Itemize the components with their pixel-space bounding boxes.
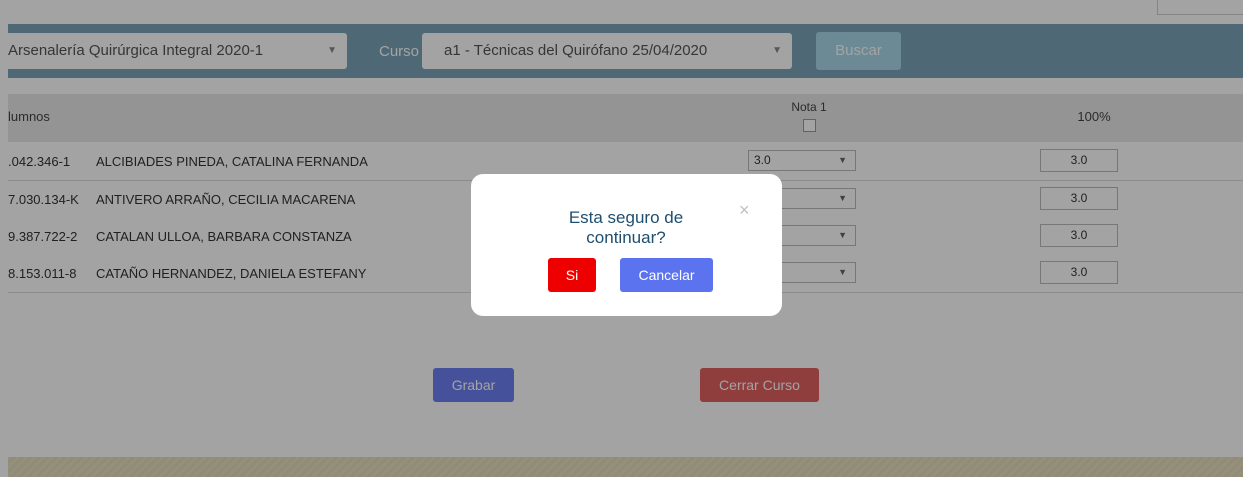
close-icon[interactable]: × bbox=[739, 200, 750, 221]
cancel-button[interactable]: Cancelar bbox=[620, 258, 713, 292]
confirm-dialog: Esta seguro de continuar? × Si Cancelar bbox=[471, 174, 782, 316]
confirm-dialog-title: Esta seguro de continuar? bbox=[568, 208, 684, 247]
confirm-yes-button[interactable]: Si bbox=[548, 258, 596, 292]
